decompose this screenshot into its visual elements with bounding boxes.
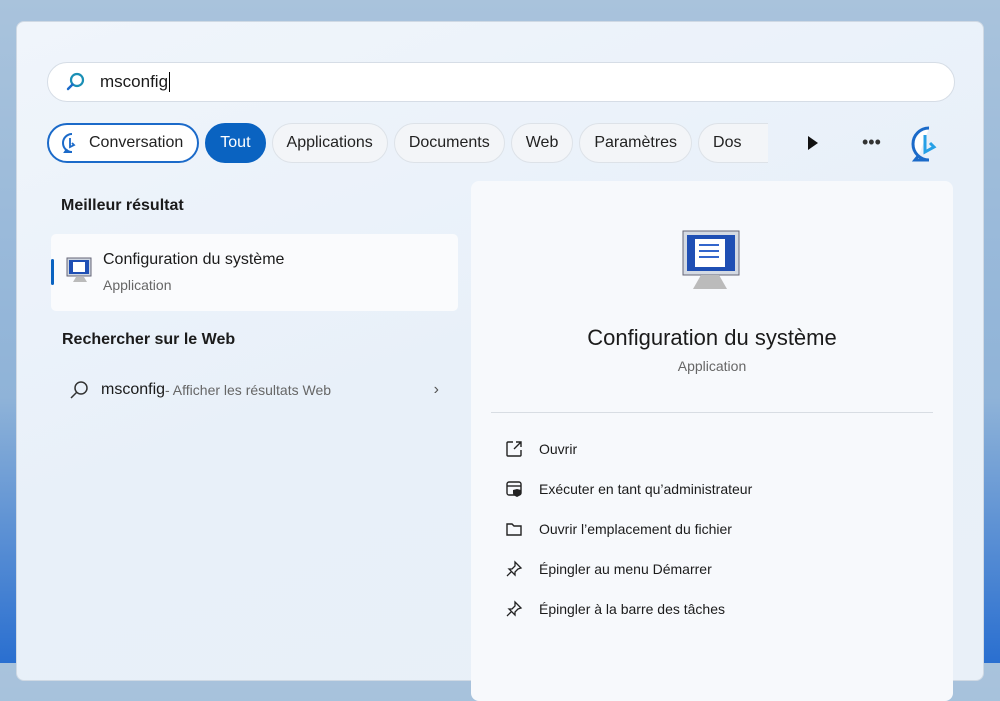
tab-label: Web (525, 134, 559, 151)
action-pin-taskbar[interactable]: Épingler à la barre des tâches (505, 600, 725, 618)
tab-documents[interactable]: Documents (393, 123, 505, 163)
pin-icon (506, 600, 523, 617)
action-open[interactable]: Ouvrir (505, 440, 577, 458)
action-run-as-admin[interactable]: Exécuter en tant qu’administrateur (505, 480, 752, 498)
tab-label: Documents (408, 134, 490, 151)
action-open-location[interactable]: Ouvrir l’emplacement du fichier (505, 520, 732, 538)
more-options-icon[interactable]: ••• (862, 132, 881, 153)
search-icon (70, 381, 88, 399)
divider (491, 412, 933, 413)
action-pin-start[interactable]: Épingler au menu Démarrer (505, 560, 712, 578)
tab-label: Dos (713, 134, 742, 151)
search-input[interactable]: msconfig (47, 62, 955, 102)
msconfig-app-icon (66, 257, 92, 282)
tab-label: Paramètres (594, 134, 678, 151)
web-result-item[interactable]: msconfig - Afficher les résultats Web › (69, 380, 439, 400)
action-label: Épingler à la barre des tâches (539, 601, 725, 617)
tab-applications[interactable]: Applications (271, 123, 388, 163)
search-query: msconfig (100, 72, 169, 91)
detail-title: Configuration du système (587, 325, 837, 350)
tab-dossiers[interactable]: Dos (698, 123, 769, 163)
filter-tabs: Conversation Tout Applications Documents… (47, 123, 769, 163)
detail-pane: Configuration du système Application Ouv… (471, 181, 953, 701)
action-label: Ouvrir l’emplacement du fichier (539, 521, 732, 537)
action-label: Exécuter en tant qu’administrateur (539, 481, 753, 497)
tab-web[interactable]: Web (510, 123, 574, 163)
tab-parametres[interactable]: Paramètres (579, 123, 693, 163)
chevron-right-icon[interactable]: › (434, 381, 439, 399)
text-caret (169, 72, 171, 92)
selection-indicator (51, 259, 54, 285)
tab-label: Tout (220, 134, 251, 151)
scroll-right-icon[interactable] (807, 136, 819, 150)
action-label: Épingler au menu Démarrer (539, 561, 712, 577)
action-label: Ouvrir (539, 441, 578, 457)
best-result-heading: Meilleur résultat (61, 197, 184, 214)
admin-shield-icon (506, 481, 522, 497)
search-icon (66, 72, 85, 91)
web-desc: - Afficher les résultats Web (165, 382, 332, 398)
msconfig-large-icon (682, 230, 740, 289)
web-search-heading: Rechercher sur le Web (62, 331, 236, 348)
bing-chat-icon (62, 133, 76, 153)
bing-icon[interactable] (909, 125, 949, 165)
search-window: msconfig Conversation Tout Applications … (16, 21, 984, 701)
tab-tout[interactable]: Tout (205, 123, 266, 163)
result-subtitle: Application (103, 277, 172, 293)
web-query: msconfig (101, 381, 166, 398)
tab-label: Applications (286, 134, 373, 151)
best-result-item[interactable]: Configuration du système Application (51, 234, 458, 311)
detail-subtitle: Application (677, 358, 747, 374)
folder-icon (506, 523, 522, 536)
pin-icon (506, 560, 523, 577)
open-icon (506, 441, 522, 457)
result-title: Configuration du système (103, 251, 285, 268)
tab-conversation[interactable]: Conversation (47, 123, 200, 163)
tab-label: Conversation (89, 134, 184, 151)
